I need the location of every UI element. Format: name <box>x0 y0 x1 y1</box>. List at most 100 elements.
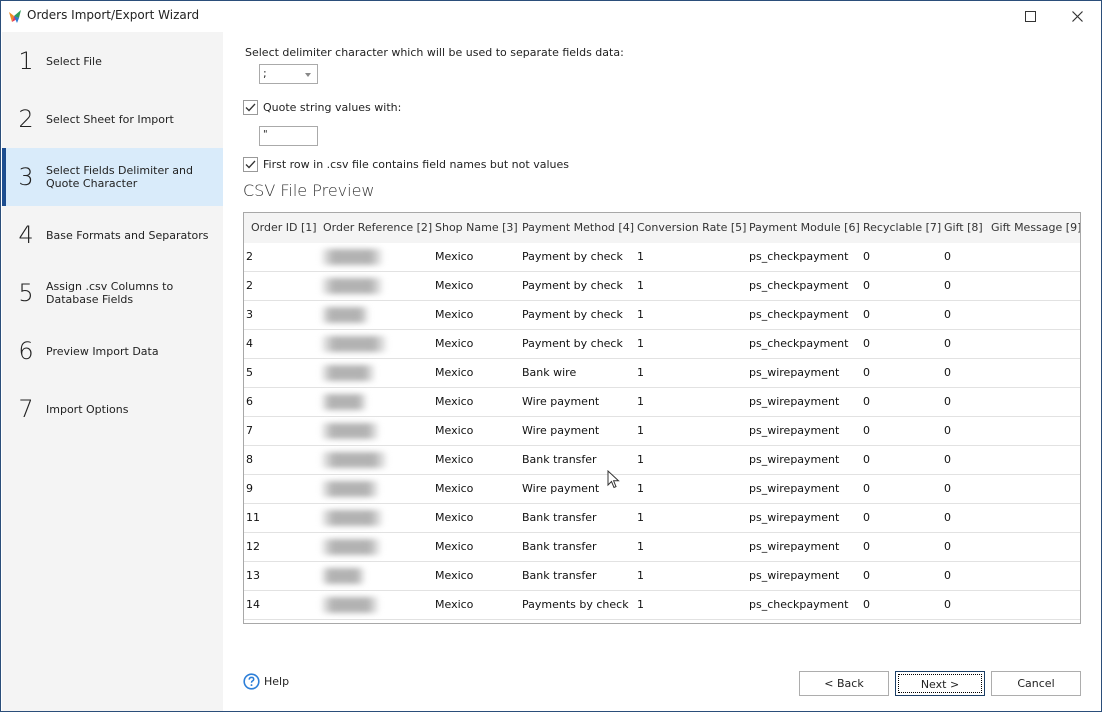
cell-payment-module: ps_checkpayment <box>749 250 849 263</box>
cell-gift: 0 <box>944 395 951 408</box>
next-button[interactable]: Next > <box>895 671 985 696</box>
cell-order-id: 12 <box>246 540 260 553</box>
csv-preview-grid[interactable]: Order ID [1] Order Reference [2] Shop Name… <box>243 212 1081 624</box>
next-button-label: Next > <box>898 674 982 693</box>
cell-conversion-rate: 1 <box>637 540 644 553</box>
blurred-order-reference <box>321 452 387 468</box>
cell-recyclable: 0 <box>863 366 870 379</box>
step-select-sheet[interactable]: 2 Select Sheet for Import <box>2 90 223 148</box>
column-header-gift-message[interactable]: Gift Message [9] <box>984 213 1080 243</box>
close-button[interactable] <box>1054 1 1100 31</box>
step-label: Assign .csv Columns to Database Fields <box>46 280 174 306</box>
step-select-delimiter[interactable]: 3 Select Fields Delimiter and Quote Char… <box>2 148 223 206</box>
back-button[interactable]: < Back <box>799 671 889 696</box>
window-title: Orders Import/Export Wizard <box>27 8 200 22</box>
table-row[interactable]: 2 Mexico Payment by check 1 ps_checkpayment 0… <box>244 243 1080 272</box>
cell-gift: 0 <box>944 279 951 292</box>
cell-payment-module: ps_wirepayment <box>749 366 840 379</box>
table-row[interactable]: 9 Mexico Wire payment 1 ps_wirepayment 0 0 <box>244 475 1080 504</box>
cell-payment-method: Wire payment <box>522 424 600 437</box>
chevron-down-icon <box>305 73 311 77</box>
cell-shop-name: Mexico <box>435 279 474 292</box>
table-row[interactable]: 4 Mexico Payment by check 1 ps_checkpayment 0… <box>244 330 1080 359</box>
cell-payment-method: Payment by check <box>522 250 623 263</box>
table-row[interactable]: 6 Mexico Wire payment 1 ps_wirepayment 0 0 <box>244 388 1080 417</box>
cell-conversion-rate: 1 <box>637 308 644 321</box>
table-row[interactable]: 7 Mexico Wire payment 1 ps_wirepayment 0 0 <box>244 417 1080 446</box>
table-row[interactable]: 11 Mexico Bank transfer 1 ps_wirepayment 0 0 <box>244 504 1080 533</box>
cell-payment-method: Wire payment <box>522 395 600 408</box>
step-base-formats[interactable]: 4 Base Formats and Separators <box>2 206 223 264</box>
column-header-order-id[interactable]: Order ID [1] <box>244 213 317 243</box>
column-header-payment-module[interactable]: Payment Module [6] <box>742 213 860 243</box>
cell-payment-method: Payments by check <box>522 598 629 611</box>
table-row[interactable]: 13 Mexico Bank transfer 1 ps_wirepayment 0 0 <box>244 562 1080 591</box>
cell-conversion-rate: 1 <box>637 569 644 582</box>
column-header-shop-name[interactable]: Shop Name [3] <box>428 213 518 243</box>
cell-payment-module: ps_wirepayment <box>749 569 840 582</box>
step-label: Preview Import Data <box>46 344 159 358</box>
step-number: 1 <box>18 47 34 75</box>
mouse-cursor-icon <box>607 470 620 489</box>
cell-payment-module: ps_checkpayment <box>749 308 849 321</box>
first-row-header-checkbox[interactable] <box>243 157 258 172</box>
table-row[interactable]: 14 Mexico Payments by check 1 ps_checkpaymen… <box>244 591 1080 620</box>
step-number: 7 <box>18 395 34 423</box>
help-link[interactable]: Help <box>243 673 289 690</box>
blurred-order-reference <box>321 278 383 294</box>
table-row[interactable]: 3 Mexico Payment by check 1 ps_checkpayment 0… <box>244 301 1080 330</box>
step-import-options[interactable]: 7 Import Options <box>2 380 223 438</box>
cell-conversion-rate: 1 <box>637 482 644 495</box>
maximize-button[interactable] <box>1007 1 1053 31</box>
cell-conversion-rate: 1 <box>637 395 644 408</box>
cell-payment-method: Bank transfer <box>522 453 597 466</box>
delimiter-select[interactable]: ; <box>259 64 318 84</box>
column-header-payment-method[interactable]: Payment Method [4] <box>515 213 634 243</box>
cell-gift: 0 <box>944 308 951 321</box>
cell-payment-module: ps_wirepayment <box>749 540 840 553</box>
cell-recyclable: 0 <box>863 279 870 292</box>
cell-payment-module: ps_wirepayment <box>749 482 840 495</box>
cell-conversion-rate: 1 <box>637 279 644 292</box>
column-header-gift[interactable]: Gift [8] <box>937 213 983 243</box>
cell-gift: 0 <box>944 366 951 379</box>
checkmark-icon <box>245 160 256 169</box>
step-preview-import[interactable]: 6 Preview Import Data <box>2 322 223 380</box>
column-header-conversion-rate[interactable]: Conversion Rate [5] <box>630 213 746 243</box>
cell-shop-name: Mexico <box>435 395 474 408</box>
cell-gift: 0 <box>944 424 951 437</box>
step-number: 5 <box>18 279 34 307</box>
cell-order-id: 7 <box>246 424 253 437</box>
cell-payment-method: Payment by check <box>522 308 623 321</box>
column-header-order-reference[interactable]: Order Reference [2] <box>316 213 432 243</box>
table-row[interactable]: 2 Mexico Payment by check 1 ps_checkpayment 0… <box>244 272 1080 301</box>
grid-header: Order ID [1] Order Reference [2] Shop Name… <box>244 213 1080 243</box>
cell-recyclable: 0 <box>863 250 870 263</box>
quote-char-input[interactable]: " <box>259 126 318 146</box>
cell-recyclable: 0 <box>863 540 870 553</box>
cell-payment-method: Wire payment <box>522 482 600 495</box>
cell-conversion-rate: 1 <box>637 598 644 611</box>
cell-payment-module: ps_wirepayment <box>749 395 840 408</box>
checkmark-icon <box>245 103 256 112</box>
cell-order-id: 13 <box>246 569 260 582</box>
blurred-order-reference <box>321 423 379 439</box>
step-select-file[interactable]: 1 Select File <box>2 32 223 90</box>
blurred-order-reference <box>321 481 379 497</box>
blurred-order-reference <box>321 539 381 555</box>
cell-shop-name: Mexico <box>435 453 474 466</box>
table-row[interactable]: 8 Mexico Bank transfer 1 ps_wirepayment 0 0 <box>244 446 1080 475</box>
table-row[interactable]: 12 Mexico Bank transfer 1 ps_wirepayment 0 0 <box>244 533 1080 562</box>
cancel-button[interactable]: Cancel <box>991 671 1081 696</box>
table-row[interactable]: 5 Mexico Bank wire 1 ps_wirepayment 0 0 <box>244 359 1080 388</box>
cell-recyclable: 0 <box>863 424 870 437</box>
cell-payment-module: ps_wirepayment <box>749 453 840 466</box>
quote-checkbox[interactable] <box>243 100 258 115</box>
cell-gift: 0 <box>944 250 951 263</box>
delimiter-label: Select delimiter character which will be… <box>245 46 624 59</box>
column-header-recyclable[interactable]: Recyclable [7] <box>856 213 941 243</box>
cell-payment-method: Bank transfer <box>522 569 597 582</box>
cell-conversion-rate: 1 <box>637 511 644 524</box>
step-assign-columns[interactable]: 5 Assign .csv Columns to Database Fields <box>2 264 223 322</box>
step-number: 4 <box>18 221 34 249</box>
